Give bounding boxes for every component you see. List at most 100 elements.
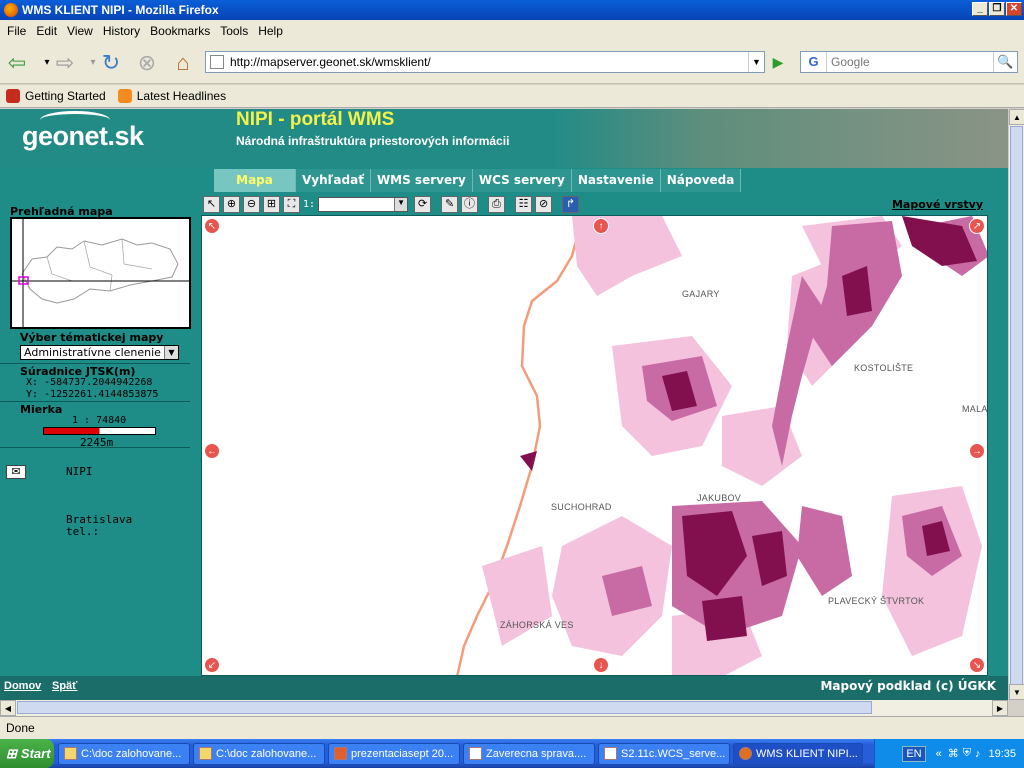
vertical-scrollbar[interactable]: ▲ ▼ xyxy=(1008,109,1024,700)
map-credit: Mapový podklad (c) ÚGKK xyxy=(820,679,996,693)
back-link[interactable]: Späť xyxy=(52,680,77,692)
tab-wcs-servery[interactable]: WCS servery xyxy=(472,169,572,192)
zoom-in-icon[interactable]: ⊕ xyxy=(223,196,240,213)
clock[interactable]: 19:35 xyxy=(988,748,1016,760)
pan-north-icon[interactable]: ↑ xyxy=(593,218,609,234)
scroll-up-icon[interactable]: ▲ xyxy=(1009,109,1024,125)
overview-map[interactable] xyxy=(10,217,191,329)
menu-bookmarks[interactable]: Bookmarks xyxy=(150,24,210,38)
tab-nastavenie[interactable]: Nastavenie xyxy=(571,169,661,192)
horizontal-scrollbar[interactable]: ◀ ▶ xyxy=(0,700,1008,716)
tab-mapa[interactable]: Mapa xyxy=(214,169,296,192)
menu-help[interactable]: Help xyxy=(258,24,283,38)
theme-select[interactable]: Administratívne clenenie ▼ xyxy=(20,345,179,360)
map-canvas[interactable]: GAJARY KOSTOLIŠTE MALA JAKUBOV SUCHOHRAD… xyxy=(201,215,988,676)
back-arrow-icon[interactable]: ⇦ xyxy=(4,50,30,76)
language-indicator[interactable]: EN xyxy=(902,745,926,762)
scroll-right-icon[interactable]: ▶ xyxy=(992,700,1008,716)
cancel-icon[interactable]: ⊘ xyxy=(535,196,553,213)
tray-expand-icon[interactable]: « xyxy=(936,748,942,760)
place-label: KOSTOLIŠTE xyxy=(854,363,914,373)
forward-arrow-icon[interactable]: ⇨ xyxy=(52,50,78,76)
zoom-out-icon[interactable]: ⊖ xyxy=(243,196,260,213)
start-button[interactable]: ⊞ Start xyxy=(0,739,54,768)
status-text: Done xyxy=(6,721,35,735)
pan-northwest-icon[interactable]: ↖ xyxy=(204,218,220,234)
scroll-left-icon[interactable]: ◀ xyxy=(0,700,16,716)
security-icon[interactable]: ⛨ xyxy=(963,747,971,760)
legend-icon[interactable]: ☷ xyxy=(515,196,533,213)
scale-value: 1 : 74840 xyxy=(72,415,127,426)
stop-icon[interactable]: ⊗ xyxy=(134,50,160,76)
scale-bar xyxy=(43,427,156,435)
home-icon[interactable]: ⌂ xyxy=(170,50,196,76)
measure-icon[interactable]: ✎ xyxy=(441,196,459,213)
home-link[interactable]: Domov xyxy=(4,680,41,692)
minimize-button[interactable]: _ xyxy=(972,2,988,16)
menu-view[interactable]: View xyxy=(67,24,93,38)
map-layers-link[interactable]: Mapové vrstvy xyxy=(892,198,983,211)
volume-icon[interactable]: ♪ xyxy=(975,748,981,760)
hscroll-thumb[interactable] xyxy=(17,701,872,714)
bookmarks-toolbar: Getting Started Latest Headlines xyxy=(0,85,1024,108)
scale-prefix: 1: xyxy=(303,199,316,210)
contact-tel: tel.: xyxy=(66,525,100,538)
site-subtitle: Národná infraštruktúra priestorových inf… xyxy=(236,134,510,148)
place-label: PLAVECKÝ ŠTVRTOK xyxy=(828,596,925,606)
scroll-thumb[interactable] xyxy=(1010,126,1023,686)
info-icon[interactable]: ⓘ xyxy=(461,196,479,213)
site-logo[interactable]: geonet.sk xyxy=(22,121,144,152)
place-label: MALA xyxy=(962,404,988,414)
firefox-bookmark-icon xyxy=(6,89,20,103)
url-dropdown-icon[interactable]: ▼ xyxy=(748,52,764,72)
search-input[interactable]: G Google 🔍 xyxy=(800,51,1018,73)
pan-southwest-icon[interactable]: ↙ xyxy=(204,657,220,673)
pan-west-icon[interactable]: ← xyxy=(204,443,220,459)
reload-icon[interactable]: ↻ xyxy=(98,50,124,76)
chevron-down-icon: ▼ xyxy=(394,198,408,211)
pointer-icon[interactable]: ↖ xyxy=(203,196,220,213)
full-extent-icon[interactable]: ⛶ xyxy=(283,196,300,213)
task-firefox[interactable]: WMS KLIENT NIPI... xyxy=(733,742,863,765)
search-placeholder: Google xyxy=(831,55,870,69)
bookmark-getting-started[interactable]: Getting Started xyxy=(6,89,106,103)
scale-select[interactable]: ▼ xyxy=(318,197,409,212)
menu-tools[interactable]: Tools xyxy=(220,24,248,38)
tab-napoveda[interactable]: Nápoveda xyxy=(660,169,742,192)
export-icon[interactable]: ↱ xyxy=(562,196,580,213)
refresh-map-icon[interactable]: ⟳ xyxy=(414,196,432,213)
network-icon[interactable]: ⌘ xyxy=(948,747,959,760)
google-engine-icon[interactable]: G xyxy=(801,52,827,72)
task-folder-1[interactable]: C:\doc zalohovane... xyxy=(58,742,190,765)
tab-vyhladat[interactable]: Vyhľadať xyxy=(296,169,371,192)
scale-label: Mierka xyxy=(20,403,63,416)
window-title-bar: WMS KLIENT NIPI - Mozilla Firefox _ ❐ ✕ xyxy=(0,0,1024,20)
menu-edit[interactable]: Edit xyxy=(36,24,57,38)
pan-northeast-icon[interactable]: ↗ xyxy=(969,218,985,234)
firefox-icon xyxy=(739,747,752,760)
pan-east-icon[interactable]: → xyxy=(969,443,985,459)
scroll-down-icon[interactable]: ▼ xyxy=(1009,684,1024,700)
place-label: ZÁHORSKÁ VES xyxy=(500,620,574,630)
maximize-button[interactable]: ❐ xyxy=(989,2,1005,16)
web-page: geonet.sk NIPI - portál WMS Národná infr… xyxy=(0,109,1008,700)
windows-taskbar: ⊞ Start C:\doc zalohovane... C:\doc zaloh… xyxy=(0,739,1024,768)
zoom-box-icon[interactable]: ⊞ xyxy=(263,196,280,213)
theme-value: Administratívne clenenie xyxy=(24,346,161,359)
search-icon[interactable]: 🔍 xyxy=(993,52,1017,72)
mail-envelope-icon[interactable]: ✉ xyxy=(6,465,26,479)
go-arrow-icon[interactable]: ▶ xyxy=(768,52,788,72)
bookmark-latest-headlines[interactable]: Latest Headlines xyxy=(117,89,226,103)
menu-file[interactable]: File xyxy=(7,24,26,38)
task-word-1[interactable]: Zaverecna sprava.... xyxy=(463,742,595,765)
task-folder-2[interactable]: C:\doc zalohovane... xyxy=(193,742,325,765)
url-bar[interactable]: http://mapserver.geonet.sk/wmsklient/ ▼ xyxy=(205,51,765,73)
task-presentation[interactable]: prezentaciasept 20... xyxy=(328,742,460,765)
tab-wms-servery[interactable]: WMS servery xyxy=(370,169,473,192)
task-word-2[interactable]: S2.11c.WCS_serve... xyxy=(598,742,730,765)
print-icon[interactable]: ⎙ xyxy=(488,196,506,213)
pan-south-icon[interactable]: ↓ xyxy=(593,657,609,673)
pan-southeast-icon[interactable]: ↘ xyxy=(969,657,985,673)
menu-history[interactable]: History xyxy=(103,24,140,38)
close-button[interactable]: ✕ xyxy=(1006,2,1022,16)
